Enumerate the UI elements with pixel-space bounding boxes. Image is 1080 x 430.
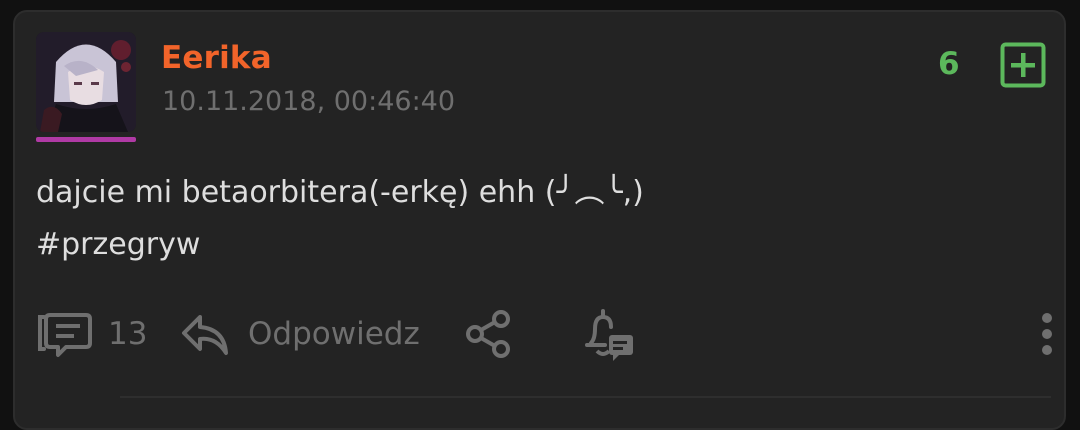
post-timestamp: 10.11.2018, 00:46:40 [162,86,456,117]
more-options-button[interactable] [1040,304,1054,364]
post-text: dajcie mi betaorbitera(-erkę) ehh (╯︵╰,) [36,175,644,210]
post-actions: 13 Odpowiedz [36,304,1056,364]
reply-label: Odpowiedz [248,316,420,352]
post-divider [120,396,1051,398]
share-icon [466,310,510,358]
notify-button[interactable] [581,304,637,364]
avatar[interactable] [36,32,136,132]
avatar-status-bar [36,137,136,142]
share-button[interactable] [463,304,515,364]
post-tag[interactable]: #przegryw [36,219,644,271]
comments-count: 13 [108,316,148,352]
comments-button[interactable]: 13 [36,304,147,364]
comments-icon [38,313,92,357]
post-content: dajcie mi betaorbitera(-erkę) ehh (╯︵╰,)… [36,167,644,271]
vote-count: 6 [938,46,960,82]
plus-square-icon [1000,42,1046,88]
upvote-button[interactable] [1000,42,1046,88]
avatar-image [36,32,136,132]
reply-icon [182,315,228,355]
bell-notification-icon [585,309,633,361]
more-vertical-icon [1042,313,1052,355]
username-link[interactable]: Eerika [161,40,272,76]
post-card: Eerika 10.11.2018, 00:46:40 6 dajcie mi … [13,10,1066,430]
reply-button[interactable]: Odpowiedz [180,304,420,364]
